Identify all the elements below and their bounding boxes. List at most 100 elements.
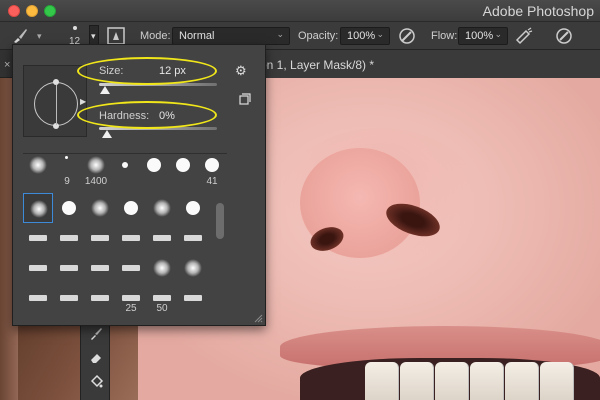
recent-brushes-row: 9 1400 41 bbox=[23, 153, 227, 189]
flow-label: Flow: bbox=[431, 30, 458, 42]
flow-field[interactable]: 100% ⌄ bbox=[458, 27, 508, 45]
document-tab-title: on 1, Layer Mask/8) * bbox=[260, 58, 375, 72]
brush-preset[interactable] bbox=[54, 283, 84, 313]
brush-size-number: 25 bbox=[125, 303, 137, 314]
brush-angle-roundness-control[interactable]: ▶ bbox=[23, 65, 87, 137]
brush-preset[interactable] bbox=[54, 193, 84, 223]
resize-grip-icon[interactable] bbox=[251, 311, 263, 323]
chevron-down-icon: ⌄ bbox=[276, 29, 284, 39]
eraser-tool-icon[interactable] bbox=[88, 350, 104, 366]
brush-preset[interactable] bbox=[116, 253, 146, 283]
brush-tool-icon[interactable] bbox=[10, 26, 30, 46]
preset-scrollbar[interactable] bbox=[216, 203, 224, 319]
document-tab[interactable]: on 1, Layer Mask/8) * bbox=[232, 50, 600, 78]
bristle-brush-tip bbox=[122, 265, 140, 271]
paint-bucket-tool-icon[interactable] bbox=[88, 374, 104, 390]
brush-preset[interactable] bbox=[116, 223, 146, 253]
chevron-down-icon: ⌄ bbox=[376, 29, 384, 39]
brush-panel-toggle-icon[interactable] bbox=[106, 26, 126, 46]
bristle-brush-tip bbox=[29, 265, 47, 271]
brush-preset[interactable] bbox=[178, 253, 208, 283]
soft-brush-tip bbox=[184, 259, 202, 277]
brush-preset[interactable] bbox=[85, 193, 115, 223]
bristle-brush-tip bbox=[60, 265, 78, 271]
preset-scrollbar-thumb[interactable] bbox=[216, 203, 224, 239]
brush-preset[interactable] bbox=[147, 193, 177, 223]
brush-preset[interactable]: 25 bbox=[116, 283, 146, 314]
mode-value: Normal bbox=[179, 30, 215, 42]
recent-brush-preset[interactable]: 9 bbox=[52, 154, 82, 187]
brush-preset[interactable] bbox=[85, 253, 115, 283]
brush-preset[interactable] bbox=[23, 193, 53, 223]
tooth bbox=[365, 362, 399, 400]
angle-arrow-icon[interactable]: ▶ bbox=[80, 97, 86, 106]
brush-preset[interactable] bbox=[178, 193, 208, 223]
bristle-brush-tip bbox=[122, 235, 140, 241]
hard-brush-tip bbox=[176, 158, 190, 172]
new-preset-icon[interactable] bbox=[239, 93, 251, 105]
brush-tip-preview-icon bbox=[73, 26, 77, 30]
brush-preset[interactable] bbox=[54, 253, 84, 283]
soft-brush-tip bbox=[29, 156, 47, 174]
soft-brush-tip bbox=[153, 199, 171, 217]
brush-preset[interactable] bbox=[85, 283, 115, 313]
close-icon[interactable]: × bbox=[4, 59, 10, 71]
hardness-slider-thumb[interactable] bbox=[102, 130, 112, 138]
hard-brush-tip bbox=[186, 201, 200, 215]
bristle-brush-tip bbox=[29, 235, 47, 241]
recent-brush-preset[interactable] bbox=[23, 154, 53, 184]
minimize-window-button[interactable] bbox=[26, 5, 38, 17]
recent-brush-preset[interactable]: 41 bbox=[197, 154, 227, 187]
brush-size-number: 1400 bbox=[84, 176, 108, 187]
bristle-brush-tip bbox=[153, 295, 171, 301]
hard-brush-tip bbox=[122, 162, 128, 168]
brush-preset[interactable] bbox=[178, 223, 208, 253]
brush-tool-icon[interactable] bbox=[88, 326, 104, 342]
bristle-brush-tip bbox=[91, 295, 109, 301]
brush-preset[interactable] bbox=[54, 223, 84, 253]
close-window-button[interactable] bbox=[8, 5, 20, 17]
opacity-field[interactable]: 100% ⌄ bbox=[340, 27, 390, 45]
brush-preset[interactable] bbox=[85, 223, 115, 253]
angle-axis bbox=[56, 85, 57, 125]
recent-brush-preset[interactable] bbox=[110, 154, 140, 184]
size-slider-thumb[interactable] bbox=[99, 86, 110, 94]
soft-brush-tip bbox=[153, 259, 171, 277]
pressure-size-icon[interactable] bbox=[554, 26, 574, 46]
tooth bbox=[540, 362, 574, 400]
tooth bbox=[400, 362, 434, 400]
pressure-opacity-icon[interactable] bbox=[397, 26, 417, 46]
brush-preset[interactable] bbox=[178, 283, 208, 313]
brush-preset[interactable] bbox=[23, 253, 53, 283]
recent-brush-preset[interactable] bbox=[168, 154, 198, 184]
chevron-down-icon: ▾ bbox=[91, 31, 96, 41]
brush-size-number: 50 bbox=[156, 303, 168, 314]
bristle-brush-tip bbox=[91, 265, 109, 271]
gear-icon[interactable]: ⚙ bbox=[235, 63, 247, 79]
recent-brush-preset[interactable]: 1400 bbox=[81, 154, 111, 187]
brush-preset[interactable]: 50 bbox=[147, 283, 177, 314]
tooth bbox=[505, 362, 539, 400]
airbrush-icon[interactable] bbox=[514, 26, 534, 46]
brush-preset[interactable] bbox=[147, 253, 177, 283]
brush-preset[interactable] bbox=[116, 193, 146, 223]
brush-preset-panel: × ▶ Size: 12 px Hardness: 0% ⚙ 9 1400 41 2… bbox=[4, 44, 266, 326]
brush-preset[interactable] bbox=[147, 223, 177, 253]
bristle-brush-tip bbox=[153, 235, 171, 241]
app-title: Adobe Photoshop bbox=[482, 3, 594, 19]
tool-preset-caret-icon[interactable]: ▾ bbox=[37, 31, 42, 42]
size-highlight-annotation bbox=[77, 57, 217, 85]
zoom-window-button[interactable] bbox=[44, 5, 56, 17]
soft-brush-tip bbox=[87, 156, 105, 174]
tooth bbox=[435, 362, 469, 400]
brush-preset[interactable] bbox=[23, 223, 53, 253]
bristle-brush-tip bbox=[60, 235, 78, 241]
brush-preset[interactable] bbox=[23, 283, 53, 313]
bristle-brush-tip bbox=[91, 235, 109, 241]
mode-select[interactable]: Normal ⌄ bbox=[172, 27, 290, 45]
bristle-brush-tip bbox=[122, 295, 140, 301]
brush-size-number: 41 bbox=[206, 176, 218, 187]
opacity-label: Opacity: bbox=[298, 30, 339, 42]
recent-brush-preset[interactable] bbox=[139, 154, 169, 184]
title-bar: Adobe Photoshop bbox=[0, 0, 600, 22]
